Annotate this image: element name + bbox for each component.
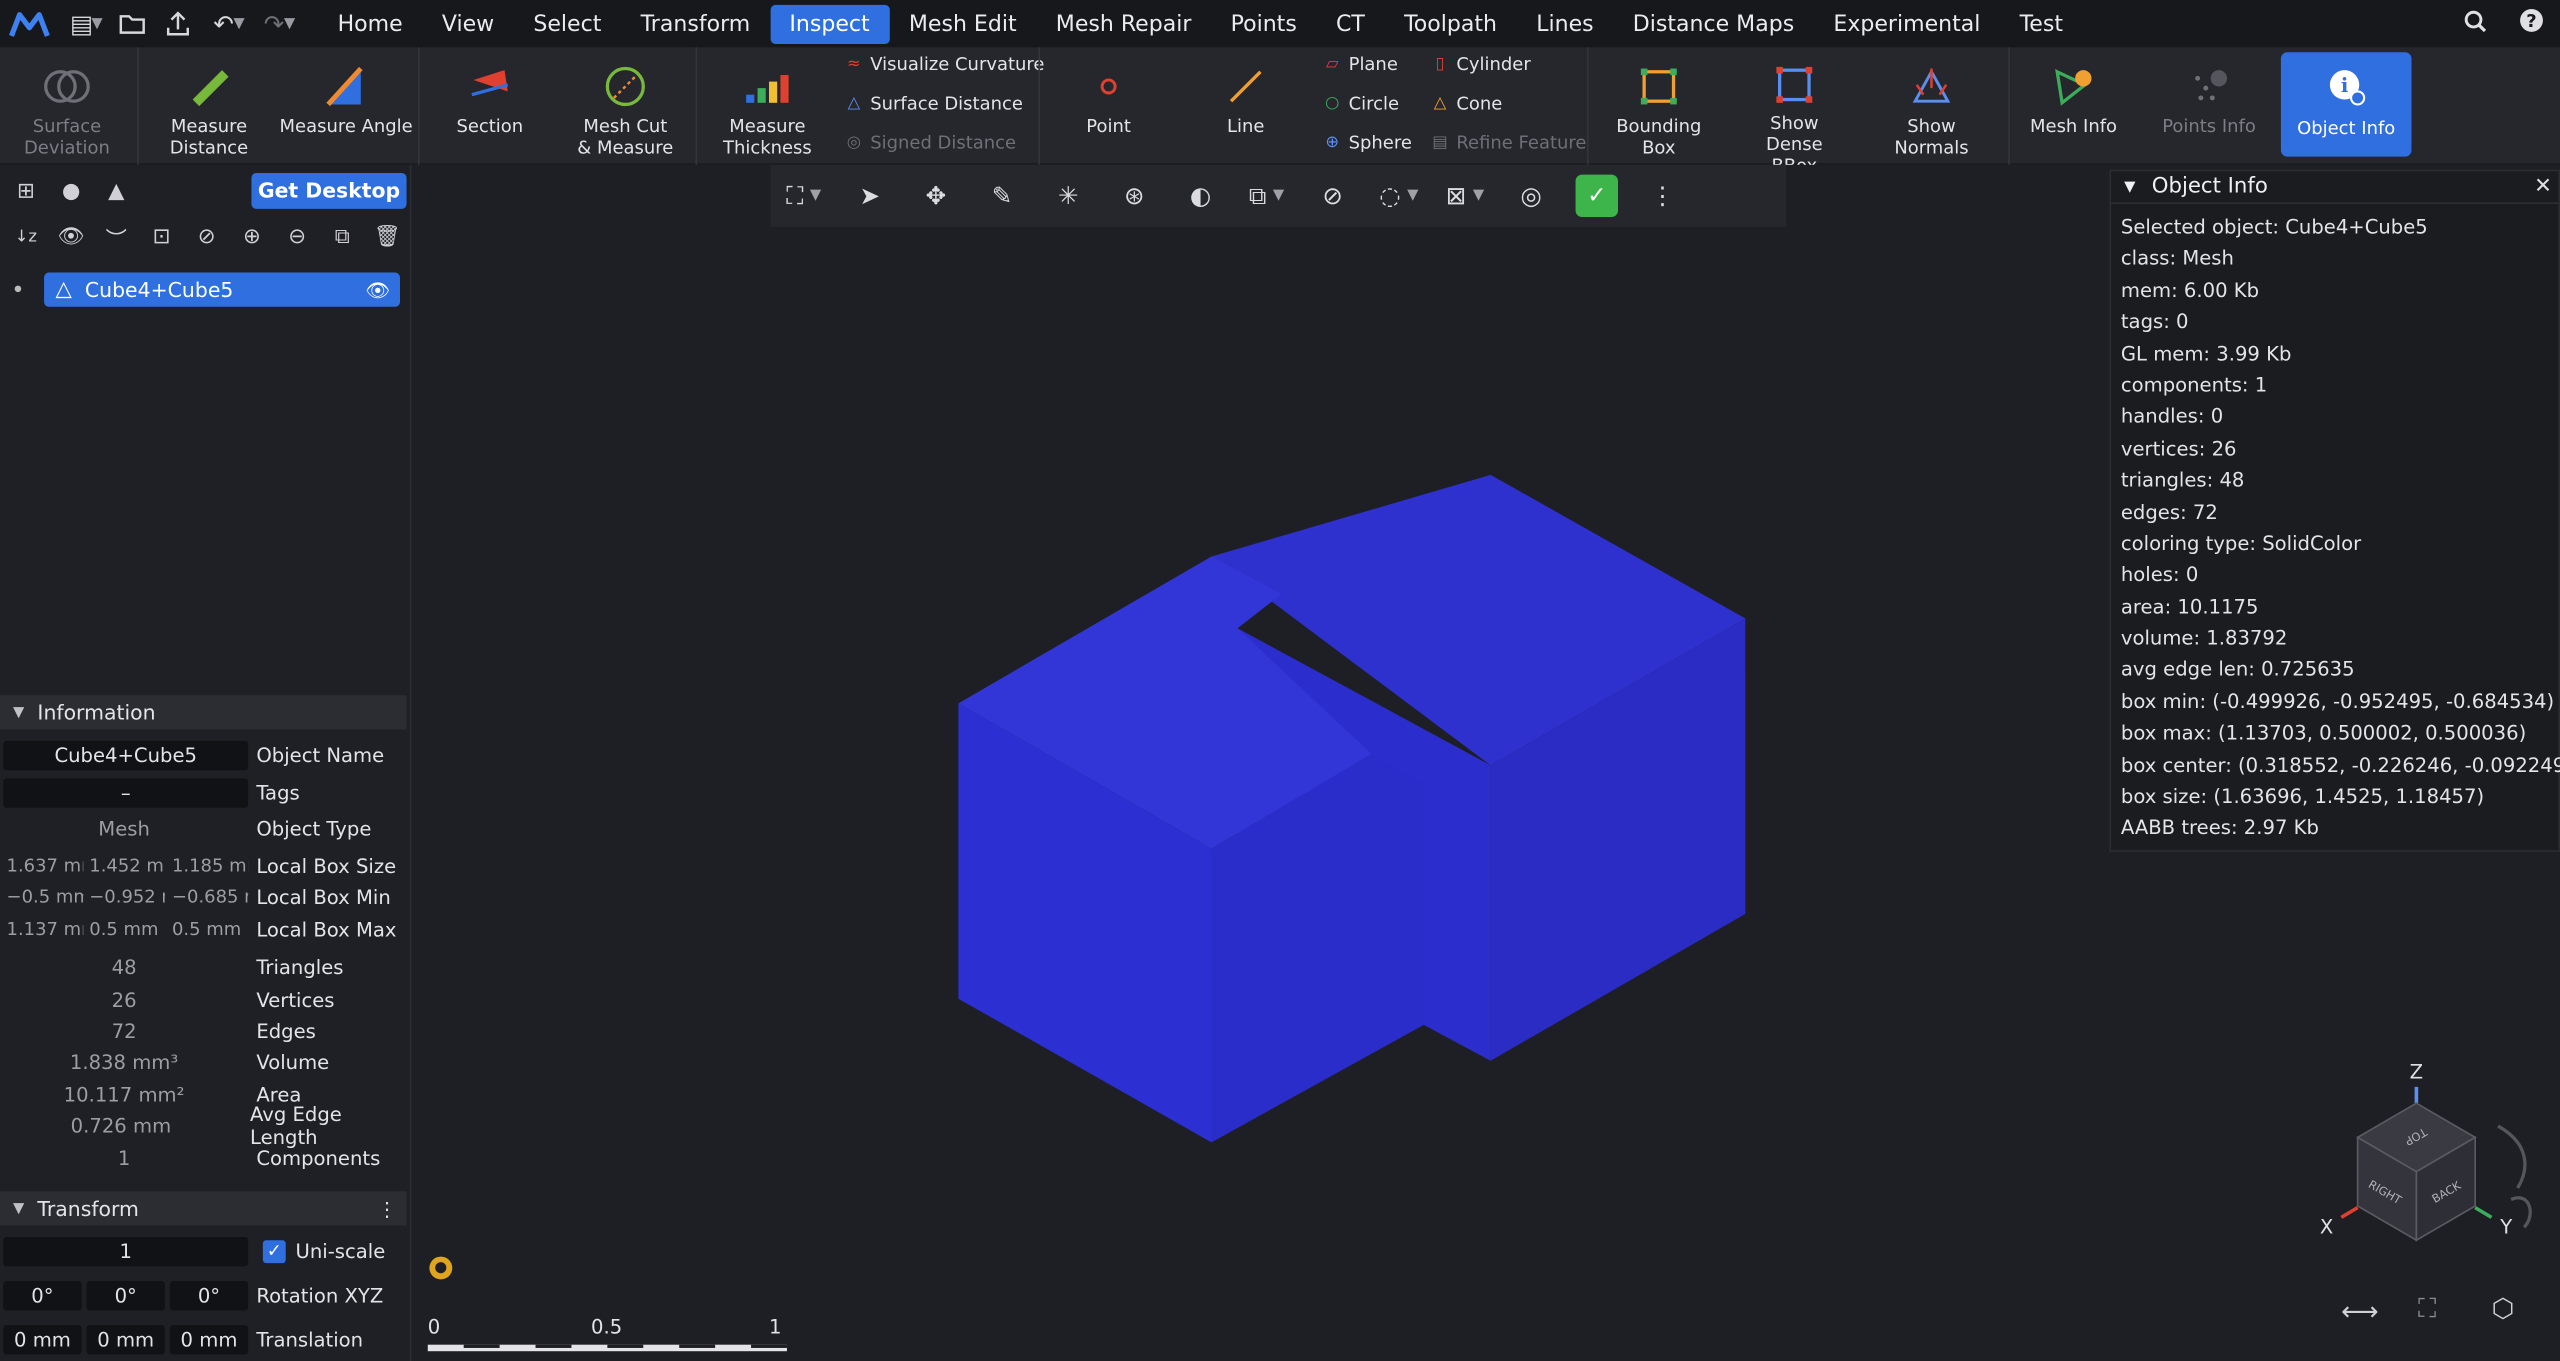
- orientation-cube[interactable]: TOP RIGHT BACK Z X Y: [2320, 1061, 2532, 1242]
- object-info-line: edges: 72: [2120, 500, 2218, 524]
- object-info-line: GL mem: 3.99 Kb: [2120, 341, 2292, 365]
- object-info-line: mem: 6.00 Kb: [2120, 278, 2260, 302]
- axis-x-label: X: [2320, 1216, 2333, 1239]
- scale-tick-1: 1: [769, 1315, 781, 1338]
- object-info-line: tags: 0: [2120, 310, 2189, 334]
- ruler-toggle-icon[interactable]: ⟷: [2341, 1296, 2378, 1327]
- object-info-line: class: Mesh: [2120, 247, 2234, 270]
- object-info-line: box size: (1.63696, 1.4525, 1.18457): [2120, 784, 2485, 808]
- chevron-down-icon: ▼: [2124, 178, 2136, 196]
- object-info-line: avg edge len: 0.725635: [2120, 658, 2355, 682]
- object-info-line: coloring type: SolidColor: [2120, 531, 2362, 555]
- scale-tick-05: 0.5: [591, 1315, 622, 1338]
- object-info-line: box center: (0.318552, -0.226246, -0.092…: [2120, 753, 2560, 777]
- object-info-line: volume: 1.83792: [2120, 626, 2288, 650]
- object-info-line: vertices: 26: [2120, 436, 2237, 460]
- fit-screen-icon[interactable]: ⛶: [2418, 1292, 2436, 1325]
- object-info-line: triangles: 48: [2120, 468, 2245, 492]
- object-info-title: Object Info: [2151, 174, 2268, 200]
- timer-icon[interactable]: ●: [429, 1256, 453, 1280]
- object-info-lines: Selected object: Cube4+Cube5 class: Mesh m…: [2111, 204, 2560, 845]
- object-info-line: box max: (1.13703, 0.500002, 0.500036): [2120, 721, 2527, 745]
- scale-tick-0: 0: [428, 1315, 440, 1338]
- scale-bar: 0 0.5 1: [427, 1315, 787, 1352]
- axis-y-label: Y: [2499, 1216, 2512, 1239]
- object-info-line: Selected object: Cube4+Cube5: [2120, 215, 2428, 239]
- close-icon[interactable]: ✕: [2534, 175, 2552, 199]
- mesh-object[interactable]: [958, 474, 1746, 1143]
- object-info-header[interactable]: ▼ Object Info: [2111, 171, 2559, 204]
- object-info-line: AABB trees: 2.97 Kb: [2120, 816, 2319, 840]
- axis-z-label: Z: [2410, 1061, 2423, 1084]
- object-info-line: holes: 0: [2120, 563, 2199, 587]
- object-info-line: handles: 0: [2120, 405, 2224, 429]
- object-info-panel: ▼ Object Info ✕ Selected object: Cube4+C…: [2109, 169, 2560, 852]
- object-info-line: area: 10.1175: [2120, 595, 2259, 618]
- object-info-line: components: 1: [2120, 373, 2268, 397]
- object-info-line: box min: (-0.499926, -0.952495, -0.68453…: [2120, 690, 2555, 713]
- view-cube-icon[interactable]: ⬡: [2492, 1292, 2515, 1323]
